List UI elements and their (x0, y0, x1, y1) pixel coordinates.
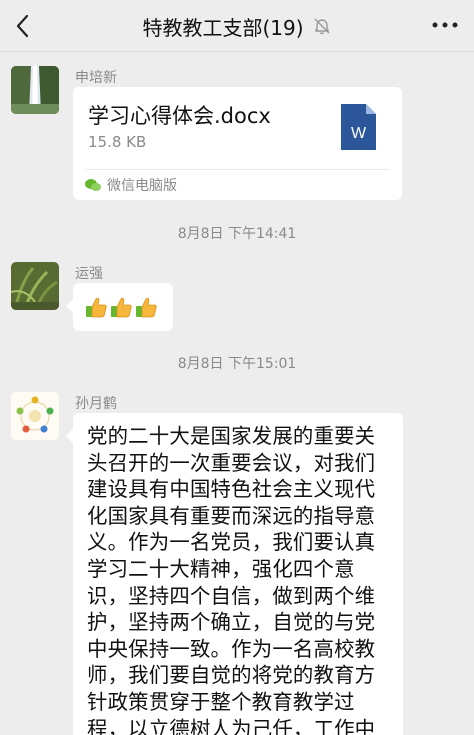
thumbs-up-icon (136, 297, 157, 318)
text-message-bubble[interactable]: 党的二十大是国家发展的重要关头召开的一次重要会议，对我们建设具有中国特色社会主义… (66, 413, 403, 735)
file-message-card[interactable]: 学习心得体会.docx 15.8 KB W 微信电脑版 (73, 87, 402, 200)
svg-text:W: W (351, 125, 367, 142)
file-source: 微信电脑版 (85, 175, 177, 195)
bell-off-icon (314, 18, 330, 35)
chat-header: 特教教工支部(19) (0, 0, 474, 52)
timestamp: 8月8日 下午15:01 (177, 356, 297, 372)
plant-avatar[interactable] (11, 262, 59, 310)
sender-name: 孙月鹤 (75, 396, 117, 412)
wechat-icon (85, 179, 101, 191)
sender-name: 申培新 (75, 70, 117, 86)
file-name: 学习心得体会.docx (88, 104, 271, 128)
message-text: 党的二十大是国家发展的重要关头召开的一次重要会议，对我们建设具有中国特色社会主义… (87, 424, 376, 735)
emoji-message-bubble[interactable] (66, 283, 173, 331)
word-document-icon: W (341, 104, 376, 150)
title-wrap: 特教教工支部(19) (0, 0, 474, 52)
chat-title[interactable]: 特教教工支部(19) (142, 12, 303, 41)
file-size: 15.8 KB (88, 133, 147, 151)
file-divider (85, 169, 390, 170)
diagram-avatar[interactable] (11, 392, 59, 440)
waterfall-avatar[interactable] (11, 66, 59, 114)
thumbs-up-icon (111, 297, 132, 318)
file-source-label: 微信电脑版 (107, 178, 177, 194)
sender-name: 运强 (75, 266, 103, 282)
more-horizontal-icon[interactable] (430, 14, 460, 36)
timestamp: 8月8日 下午14:41 (177, 226, 297, 242)
thumbs-up-icon (86, 297, 107, 318)
